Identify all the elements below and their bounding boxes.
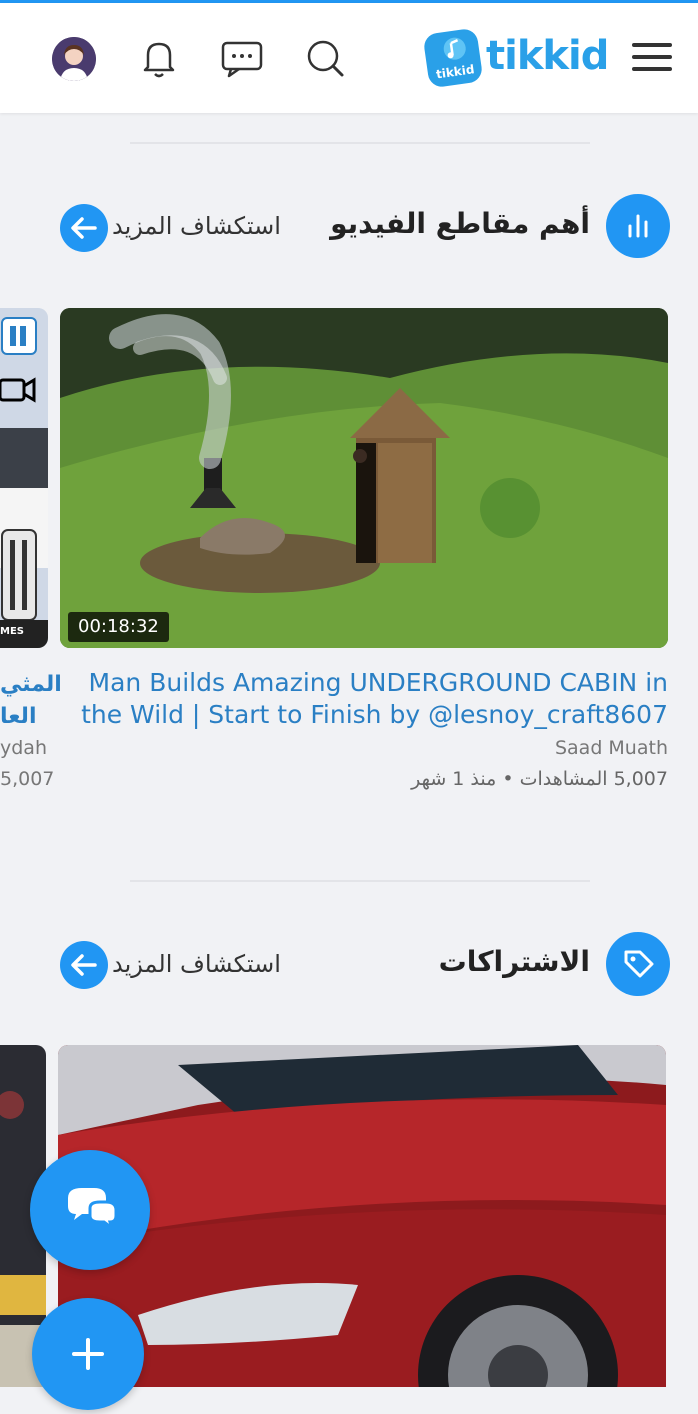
video-title[interactable]: Man Builds Amazing UNDERGROUND CABIN in … (60, 667, 668, 731)
video-channel[interactable]: Saad Muath (555, 737, 668, 759)
side-video-badge: MES (0, 626, 24, 637)
explore-more-arrow-icon[interactable] (60, 941, 108, 989)
video-title-line1[interactable]: Man Builds Amazing UNDERGROUND CABIN in (60, 667, 668, 699)
top-header: tikkid tikkid (0, 3, 698, 113)
section-divider (130, 142, 590, 144)
search-icon[interactable] (302, 35, 348, 81)
chart-icon (606, 194, 670, 258)
side-video-title[interactable]: المثي (0, 672, 62, 697)
explore-more-arrow-icon[interactable] (60, 204, 108, 252)
video-duration: 00:18:32 (68, 612, 169, 642)
logo-badge-icon: tikkid (422, 27, 484, 89)
chat-icon[interactable] (219, 35, 265, 81)
explore-more-label[interactable]: استكشاف المزيد (112, 212, 281, 240)
video-title-line2[interactable]: the Wild | Start to Finish by @lesnoy_cr… (60, 699, 668, 731)
section-title-top-videos: أهم مقاطع الفيديو (330, 207, 590, 240)
side-video-views: 5,007 (0, 768, 55, 790)
chat-fab-icon[interactable] (30, 1150, 150, 1270)
bell-icon[interactable] (136, 35, 182, 81)
video-thumbnail[interactable] (60, 308, 668, 648)
tikkid-logo[interactable]: tikkid tikkid (422, 27, 609, 91)
side-video-title-line2[interactable]: العا (0, 704, 36, 729)
add-fab-icon[interactable] (32, 1298, 144, 1410)
tag-icon (606, 932, 670, 996)
video-meta: 5,007 المشاهدات • منذ 1 شهر (411, 768, 668, 790)
logo-text: tikkid (486, 33, 609, 79)
side-video-thumbnail[interactable]: MES (0, 308, 48, 648)
avatar[interactable] (52, 37, 96, 81)
explore-more-label[interactable]: استكشاف المزيد (112, 950, 281, 978)
side-video-channel[interactable]: ydah (0, 737, 47, 759)
section-divider (130, 880, 590, 882)
section-title-subscriptions: الاشتراكات (438, 945, 590, 978)
menu-icon[interactable] (632, 43, 672, 75)
